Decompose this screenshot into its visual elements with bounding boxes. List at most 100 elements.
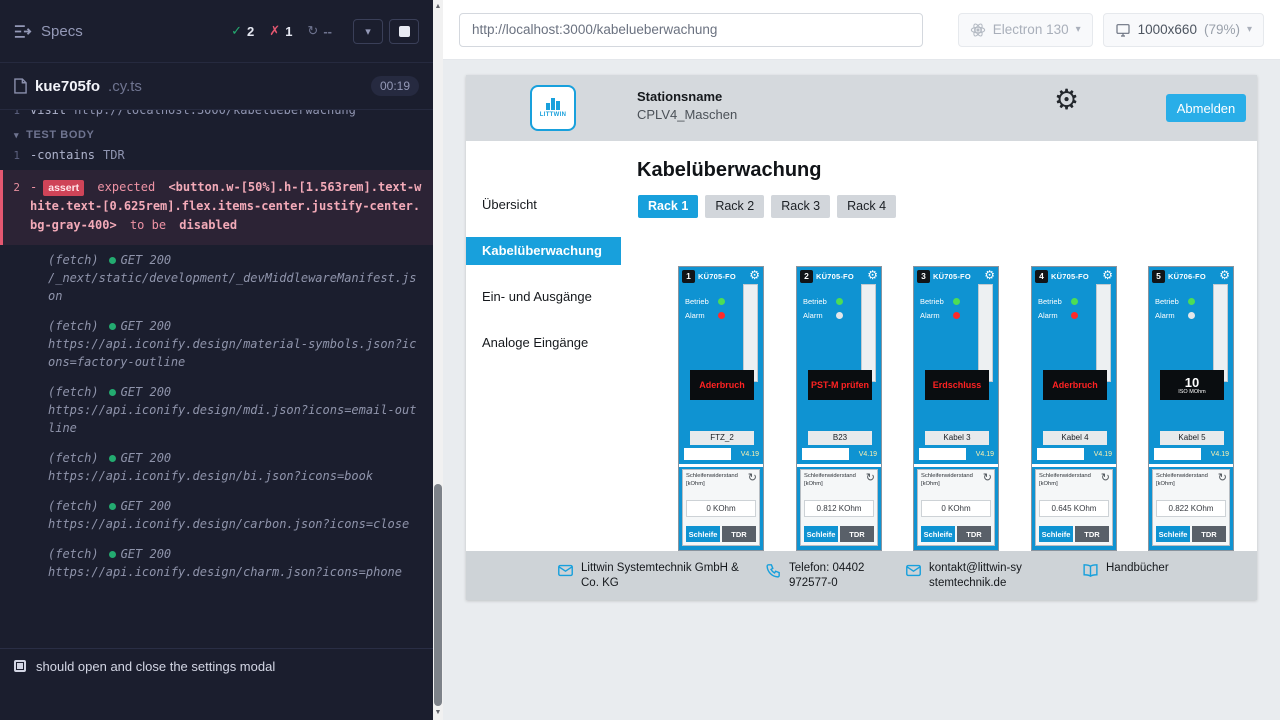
fetch-tag: (fetch)	[48, 451, 99, 465]
betrieb-led	[953, 298, 960, 305]
scroll-down-arrow-icon[interactable]: ▼	[433, 707, 443, 719]
status-ok-dot	[109, 551, 116, 558]
tdr-button[interactable]: TDR	[840, 526, 874, 542]
stat-passed[interactable]: ✓2	[231, 23, 254, 39]
log-fetch-entry[interactable]: (fetch)GET 200 https://api.iconify.desig…	[0, 443, 433, 491]
alarm-led	[1188, 312, 1195, 319]
fetch-tag: (fetch)	[48, 385, 99, 399]
log-fetch-entry[interactable]: (fetch)GET 200 /_next/static/development…	[0, 245, 433, 311]
card-gear-icon[interactable]: ⚙	[749, 267, 760, 283]
refresh-icon[interactable]: ↻	[866, 471, 875, 484]
tdr-button[interactable]: TDR	[1192, 526, 1226, 542]
fetch-url: https://api.iconify.design/material-symb…	[48, 335, 421, 371]
betrieb-led	[836, 298, 843, 305]
spec-extension: .cy.ts	[108, 78, 142, 95]
spec-name: kue705fo	[35, 78, 100, 95]
card-buttons: Schleife TDR	[921, 526, 991, 542]
sidebar-item-uebersicht[interactable]: Übersicht	[466, 191, 621, 219]
fetch-url: https://api.iconify.design/charm.json?ic…	[48, 563, 421, 581]
browser-select[interactable]: Electron 130 ▾	[958, 13, 1093, 47]
resistance-section: Schleifenwiderstand [kOhm] ↻ 0.645 KOhm …	[1035, 469, 1113, 546]
tdr-button[interactable]: TDR	[1075, 526, 1109, 542]
footer-phone: Telefon: 04402 972577-0	[765, 561, 877, 591]
card-buttons: Schleife TDR	[686, 526, 756, 542]
card-gear-icon[interactable]: ⚙	[867, 267, 878, 283]
logo-text: LITTWIN	[540, 112, 566, 118]
book-icon	[1082, 562, 1099, 579]
station-name: CPLV4_Maschen	[637, 107, 737, 122]
specs-label[interactable]: Specs	[41, 23, 83, 40]
log-fetch-entry[interactable]: (fetch)GET 200 https://api.iconify.desig…	[0, 491, 433, 539]
collapse-button[interactable]: ▾	[353, 19, 383, 44]
app-under-test: LITTWIN Stationsname CPLV4_Maschen ⚙ Abm…	[466, 75, 1257, 600]
alarm-label: Alarm	[803, 311, 833, 320]
tab-rack-2[interactable]: Rack 2	[705, 195, 764, 218]
manuals-label: Handbücher	[1106, 561, 1169, 579]
log-fetch-entry[interactable]: (fetch)GET 200 https://api.iconify.desig…	[0, 539, 433, 587]
schleife-button[interactable]: Schleife	[804, 526, 838, 542]
refresh-icon[interactable]: ↻	[1218, 471, 1227, 484]
alarm-led	[836, 312, 843, 319]
failed-assert-command[interactable]: 2 -assert expected <button.w-[50%].h-[1.…	[0, 170, 433, 245]
display-field	[919, 448, 966, 460]
status-text: Aderbruch	[1050, 380, 1100, 390]
next-test-row[interactable]: should open and close the settings modal	[0, 648, 433, 683]
spec-file-icon	[14, 78, 27, 94]
status-ok-dot	[109, 323, 116, 330]
refresh-icon[interactable]: ↻	[983, 471, 992, 484]
alarm-led-row: Alarm	[1155, 311, 1195, 320]
url-input[interactable]: http://localhost:3000/kabelueberwachung	[459, 13, 923, 47]
card-gear-icon[interactable]: ⚙	[1219, 267, 1230, 283]
footer-manuals-link[interactable]: Handbücher	[1082, 561, 1169, 579]
sidebar-item-analoge-eingaenge[interactable]: Analoge Eingänge	[466, 329, 621, 357]
stop-icon	[399, 26, 410, 37]
schleife-button[interactable]: Schleife	[1156, 526, 1190, 542]
sidebar-item-kabelueberwachung[interactable]: Kabelüberwachung	[466, 237, 621, 265]
reporter-scrollbar[interactable]: ▲ ▼	[433, 0, 443, 720]
cable-name: Kabel 5	[1160, 431, 1224, 445]
viewport-select[interactable]: 1000x660 (79%) ▾	[1103, 13, 1264, 47]
tab-rack-4[interactable]: Rack 4	[837, 195, 896, 218]
fetch-tag: (fetch)	[48, 319, 99, 333]
log-visit-command[interactable]: 1 visit http://localhost:3000/kabelueber…	[0, 110, 433, 120]
settings-gear-icon[interactable]: ⚙	[1054, 86, 1079, 114]
sidebar-item-ein-und-ausgaenge[interactable]: Ein- und Ausgänge	[466, 283, 621, 311]
status-ok-dot	[109, 257, 116, 264]
test-body-section[interactable]: ▾ TEST BODY	[0, 120, 433, 146]
spec-row[interactable]: kue705fo.cy.ts 00:19	[0, 63, 433, 110]
card-buttons: Schleife TDR	[1039, 526, 1109, 542]
screen: Specs ✓2 ✗1 ↻-- ▾ kue705fo.cy.ts 00:19 1…	[0, 0, 1280, 720]
scroll-up-arrow-icon[interactable]: ▲	[433, 1, 443, 13]
app-footer: Littwin Systemtechnik GmbH & Co. KG Tele…	[466, 551, 1257, 600]
stat-pending[interactable]: ↻--	[307, 23, 332, 39]
alarm-led	[953, 312, 960, 319]
refresh-icon[interactable]: ↻	[1101, 471, 1110, 484]
status-text: Erdschluss	[931, 380, 984, 390]
schleife-button[interactable]: Schleife	[1039, 526, 1073, 542]
card-gear-icon[interactable]: ⚙	[984, 267, 995, 283]
specs-list-icon[interactable]	[14, 24, 32, 39]
log-fetch-entry[interactable]: (fetch)GET 200 https://api.iconify.desig…	[0, 377, 433, 443]
card-index: 4	[1035, 270, 1048, 283]
tab-rack-1[interactable]: Rack 1	[638, 195, 698, 218]
tab-rack-3[interactable]: Rack 3	[771, 195, 830, 218]
browser-bar: http://localhost:3000/kabelueberwachung …	[443, 0, 1280, 60]
card-model: KÜ705-FO	[1051, 272, 1089, 281]
display-field	[1037, 448, 1084, 460]
fetch-status: GET 200	[121, 385, 172, 399]
log-contains-command[interactable]: 1 -contains TDR	[0, 146, 433, 165]
card-gear-icon[interactable]: ⚙	[1102, 267, 1113, 283]
log-fetch-entry[interactable]: (fetch)GET 200 https://api.iconify.desig…	[0, 311, 433, 377]
tdr-button[interactable]: TDR	[957, 526, 991, 542]
stat-failed[interactable]: ✗1	[269, 23, 292, 39]
schleife-button[interactable]: Schleife	[921, 526, 955, 542]
schleife-button[interactable]: Schleife	[686, 526, 720, 542]
tdr-button[interactable]: TDR	[722, 526, 756, 542]
fetch-url: https://api.iconify.design/carbon.json?i…	[48, 515, 421, 533]
logout-button[interactable]: Abmelden	[1166, 94, 1246, 122]
scrollbar-thumb[interactable]	[434, 484, 442, 706]
stop-button[interactable]	[389, 19, 419, 44]
refresh-icon[interactable]: ↻	[748, 471, 757, 484]
iso-value: 10	[1185, 376, 1199, 389]
cable-indicator	[1213, 284, 1228, 382]
